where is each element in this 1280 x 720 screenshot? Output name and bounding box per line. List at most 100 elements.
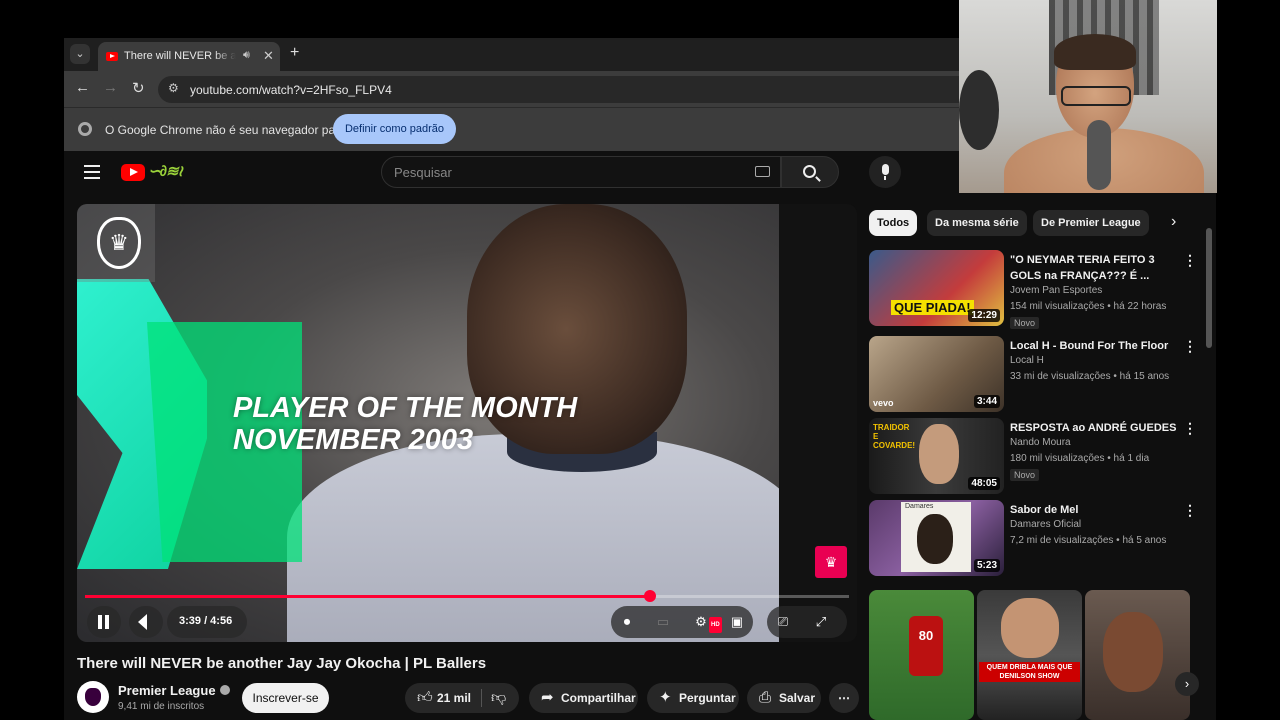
ask-label: Perguntar bbox=[679, 691, 736, 705]
video-player[interactable]: ♛ PLAYER OF THE MONTH NOVEMBER 2003 ♛ 3:… bbox=[77, 204, 857, 642]
play-pause-button[interactable] bbox=[87, 606, 121, 638]
cast-icon[interactable]: ⎚ bbox=[775, 614, 791, 630]
recommendation-item[interactable]: TRAIDOR E COVARDE! 48:05 RESPOSTA ao AND… bbox=[869, 418, 1199, 496]
like-icon[interactable]: 👍︎ bbox=[417, 683, 433, 713]
tab-search-button[interactable]: ⌄ bbox=[70, 44, 90, 64]
sidebar-scrollbar[interactable] bbox=[1206, 228, 1212, 348]
overlay-line1: PLAYER OF THE MONTH bbox=[233, 392, 578, 424]
recommendation-item[interactable]: vevo 3:44 Local H - Bound For The Floor … bbox=[869, 336, 1199, 414]
search-input[interactable]: Pesquisar bbox=[381, 156, 781, 188]
short-item[interactable]: QUEM DRIBLA MAIS QUE DENILSON SHOW bbox=[977, 590, 1082, 720]
site-info-icon[interactable]: ⚙︎ bbox=[168, 81, 179, 95]
duration-badge: 3:44 bbox=[973, 395, 1000, 408]
volume-icon bbox=[138, 614, 147, 630]
short-item[interactable]: 80 bbox=[869, 590, 974, 720]
duration-badge: 12:29 bbox=[968, 309, 1000, 322]
set-default-button[interactable]: Definir como padrão bbox=[333, 114, 456, 144]
forward-icon[interactable]: → bbox=[103, 79, 118, 96]
search-button[interactable] bbox=[781, 156, 839, 188]
mic-stand bbox=[959, 70, 999, 150]
chip-all[interactable]: Todos bbox=[869, 210, 918, 236]
menu-icon[interactable] bbox=[84, 165, 100, 183]
channel-name[interactable]: Premier League bbox=[118, 683, 216, 698]
recommendation-title[interactable]: Sabor de Mel bbox=[1010, 502, 1178, 518]
recommendation-channel[interactable]: Local H bbox=[1010, 355, 1044, 366]
overlay-line2: NOVEMBER 2003 bbox=[233, 424, 474, 456]
handheld-microphone bbox=[1087, 120, 1111, 190]
recommendation-title[interactable]: RESPOSTA ao ANDRÉ GUEDES bbox=[1010, 420, 1178, 436]
search-icon bbox=[803, 165, 816, 178]
streamer-hair bbox=[1054, 34, 1136, 70]
microphone-icon bbox=[882, 164, 889, 175]
short-face bbox=[1103, 612, 1163, 692]
active-tab[interactable]: There will NEVER be another Jay Jay Okoc… bbox=[98, 42, 280, 71]
audio-playing-icon[interactable]: 🔊︎ bbox=[243, 49, 250, 62]
dislike-icon[interactable]: 👎︎ bbox=[491, 683, 506, 713]
new-badge: Novo bbox=[1010, 317, 1040, 329]
channel-name-row[interactable]: Premier League bbox=[118, 683, 230, 698]
recommendation-item[interactable]: Damares 5:23 Sabor de Mel Damares Oficia… bbox=[869, 500, 1199, 578]
search-placeholder: Pesquisar bbox=[394, 165, 452, 180]
pause-icon bbox=[98, 615, 110, 629]
back-icon[interactable]: ← bbox=[75, 79, 90, 96]
close-tab-icon[interactable]: ✕ bbox=[263, 48, 274, 64]
short-jersey: 80 bbox=[909, 616, 943, 676]
chevron-right-icon[interactable]: › bbox=[1171, 213, 1176, 231]
bookmark-icon: ⎙ bbox=[759, 689, 772, 706]
chip-same-series[interactable]: Da mesma série bbox=[927, 210, 1027, 236]
recommendation-item[interactable]: QUE PIADA! 12:29 "O NEYMAR TERIA FEITO 3… bbox=[869, 250, 1199, 329]
more-options-icon[interactable]: ⋮ bbox=[1183, 420, 1197, 437]
recommendation-channel[interactable]: Damares Oficial bbox=[1010, 519, 1081, 530]
share-button[interactable]: ➦ Compartilhar bbox=[529, 683, 638, 713]
webcam-overlay bbox=[959, 0, 1217, 193]
video-thumbnail[interactable]: Damares 5:23 bbox=[869, 500, 1004, 576]
video-thumbnail[interactable]: QUE PIADA! 12:29 bbox=[869, 250, 1004, 326]
new-tab-button[interactable]: + bbox=[290, 44, 299, 62]
like-count[interactable]: 21 mil bbox=[437, 683, 471, 713]
short-caption: QUEM DRIBLA MAIS QUE DENILSON SHOW bbox=[979, 662, 1080, 682]
short-face bbox=[1001, 598, 1059, 658]
more-icon: ⋯ bbox=[838, 691, 850, 705]
recommendation-meta: 154 mil visualizações • há 22 horas bbox=[1010, 301, 1167, 312]
playback-right-controls: ⎚ ⤢ bbox=[767, 606, 847, 638]
recommendation-channel[interactable]: Nando Moura bbox=[1010, 437, 1071, 448]
subscriber-count: 9,41 mi de inscritos bbox=[118, 701, 205, 712]
sparkle-icon: ✦ bbox=[659, 689, 672, 706]
video-title: There will NEVER be another Jay Jay Okoc… bbox=[77, 655, 487, 672]
progress-bar[interactable] bbox=[85, 590, 849, 602]
subscribe-button[interactable]: Inscrever-se bbox=[242, 683, 329, 713]
more-options-icon[interactable]: ⋮ bbox=[1183, 502, 1197, 519]
more-options-icon[interactable]: ⋮ bbox=[1183, 252, 1197, 269]
subtitles-icon[interactable]: ▭ bbox=[655, 614, 671, 630]
voice-search-button[interactable] bbox=[869, 156, 901, 188]
duration-badge: 48:05 bbox=[968, 477, 1000, 490]
autoplay-toggle-icon[interactable]: ⏺ bbox=[619, 614, 635, 630]
more-actions-button[interactable]: ⋯ bbox=[829, 683, 859, 713]
ask-button[interactable]: ✦ Perguntar bbox=[647, 683, 739, 713]
chip-from-channel[interactable]: De Premier League bbox=[1033, 210, 1149, 236]
reload-icon[interactable]: ↻ bbox=[132, 79, 145, 97]
channel-avatar[interactable] bbox=[77, 681, 109, 713]
album-face bbox=[917, 514, 953, 564]
recommendation-title[interactable]: Local H - Bound For The Floor bbox=[1010, 338, 1178, 354]
settings-gear-icon[interactable]: ⚙ HD bbox=[693, 614, 722, 633]
like-dislike-group: 👍︎ 21 mil 👎︎ bbox=[405, 683, 519, 713]
more-options-icon[interactable]: ⋮ bbox=[1183, 338, 1197, 355]
save-button[interactable]: ⎙ Salvar bbox=[747, 683, 821, 713]
like-divider bbox=[481, 689, 482, 707]
video-thumbnail[interactable]: TRAIDOR E COVARDE! 48:05 bbox=[869, 418, 1004, 494]
recommendation-title[interactable]: "O NEYMAR TERIA FEITO 3 GOLS na FRANÇA??… bbox=[1010, 252, 1178, 284]
fullscreen-icon[interactable]: ⤢ bbox=[813, 614, 829, 630]
shorts-next-button[interactable]: › bbox=[1175, 672, 1199, 696]
mute-button[interactable] bbox=[129, 606, 163, 638]
verified-icon bbox=[219, 685, 230, 695]
youtube-doodle[interactable]: ∽∂≋≀ bbox=[148, 162, 183, 180]
duration-badge: 5:23 bbox=[973, 559, 1000, 572]
lion-icon: ♛ bbox=[97, 217, 141, 269]
video-thumbnail[interactable]: vevo 3:44 bbox=[869, 336, 1004, 412]
keyboard-icon[interactable] bbox=[755, 166, 770, 177]
recommendation-channel[interactable]: Jovem Pan Esportes bbox=[1010, 285, 1102, 296]
short-item[interactable] bbox=[1085, 590, 1190, 720]
theater-mode-icon[interactable]: ▣ bbox=[729, 614, 745, 630]
youtube-logo-icon[interactable] bbox=[121, 164, 145, 181]
